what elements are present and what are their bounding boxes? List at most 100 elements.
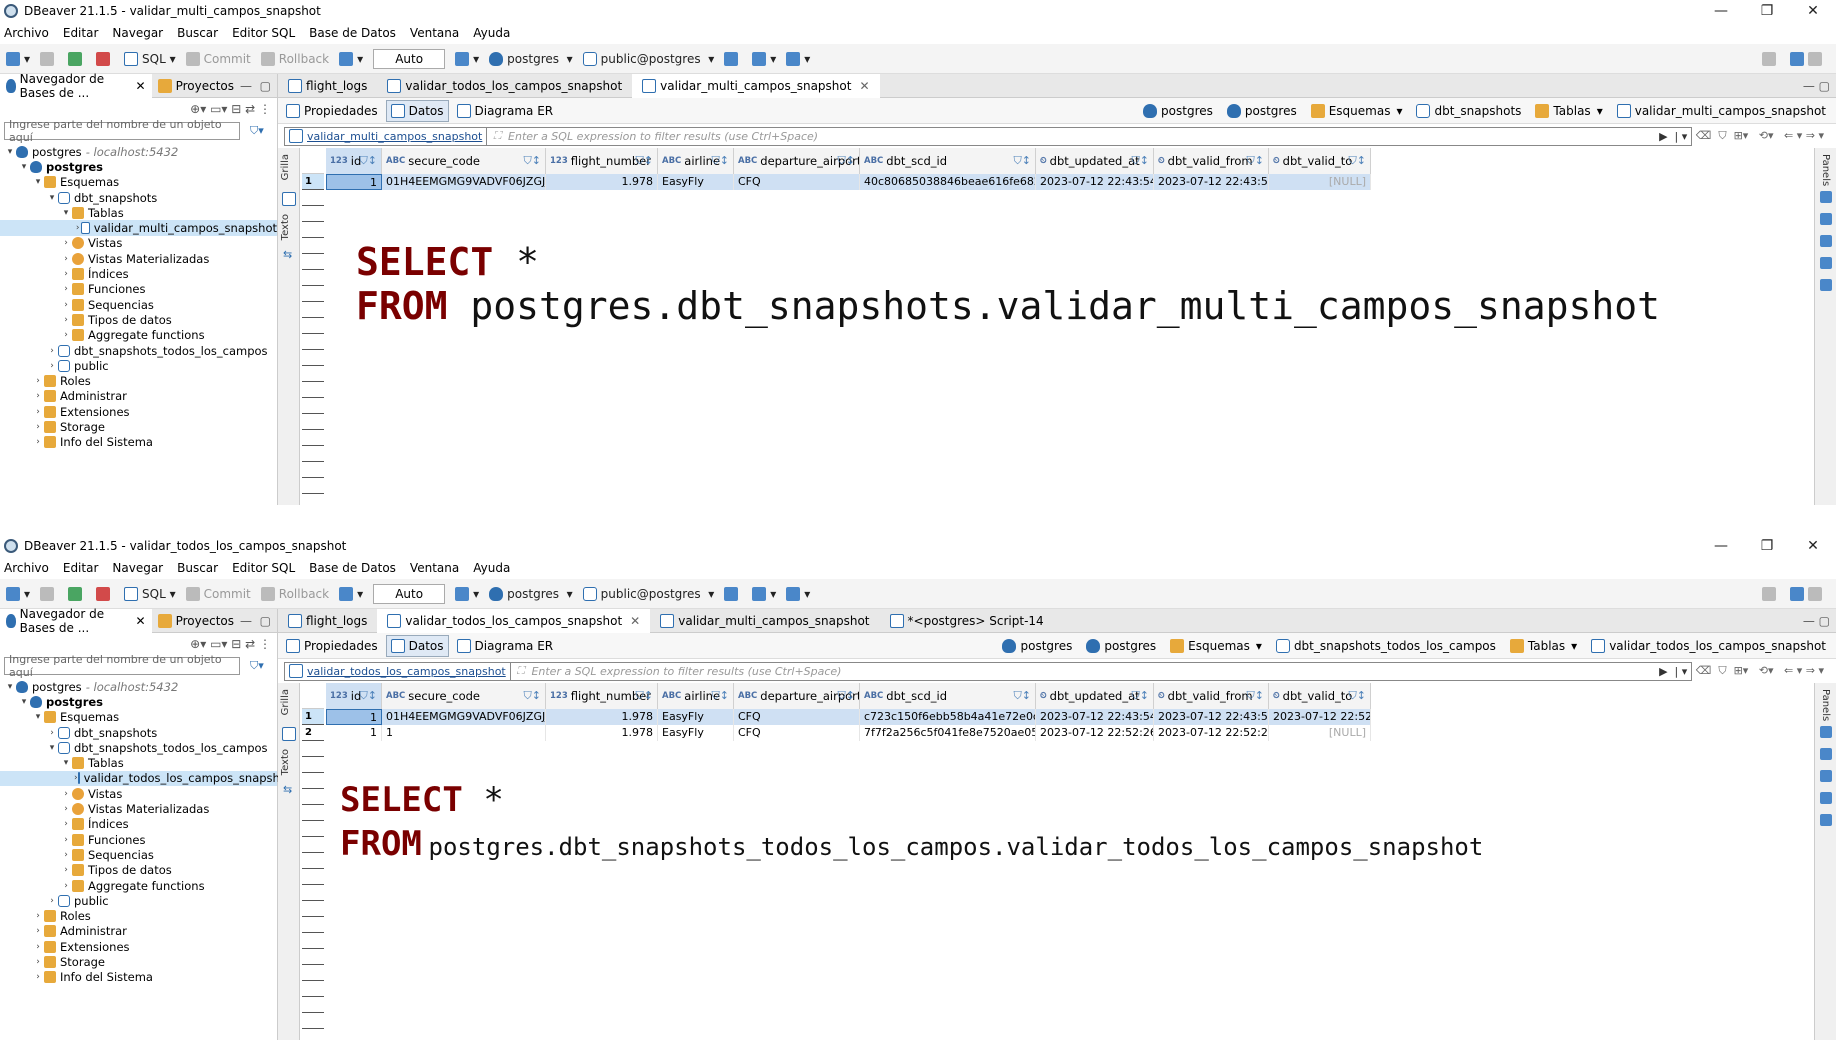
table-cell-id[interactable]: 1 <box>326 725 382 741</box>
panel-value-icon[interactable] <box>1819 191 1832 204</box>
new-connection-nav-icon[interactable]: ⊕▾ <box>190 102 210 116</box>
expand-arrow-icon[interactable]: ▾ <box>32 712 44 722</box>
expand-arrow-icon[interactable]: › <box>32 422 44 432</box>
row-number[interactable] <box>302 997 324 1013</box>
tree-node[interactable]: ▾ dbt_snapshots <box>0 190 277 205</box>
dropdown-arrow-icon[interactable]: ▾ <box>1597 104 1603 118</box>
tree-node[interactable]: › dbt_snapshots <box>0 725 277 740</box>
row-number[interactable] <box>302 901 324 917</box>
expand-arrow-icon[interactable]: ▾ <box>46 743 58 753</box>
menu-archivo[interactable]: Archivo <box>4 561 49 575</box>
panel-calc-icon[interactable] <box>1819 257 1832 270</box>
filter-sort-icon[interactable]: ⛉↕ <box>360 689 377 703</box>
active-schema-select[interactable]: public@postgres ▾ <box>582 51 714 66</box>
reconnect-button[interactable] <box>68 586 86 601</box>
expand-arrow-icon[interactable]: › <box>32 972 44 982</box>
row-number[interactable] <box>302 917 324 933</box>
table-cell-dbt-scd-id[interactable]: 7f7f2a256c5f041fe8e7520ae0595fb2 <box>860 725 1036 741</box>
expand-arrow-icon[interactable]: ▾ <box>60 758 72 768</box>
column-header-dbt-scd-id[interactable]: ABC dbt_scd_id ⛉↕ <box>860 148 1036 174</box>
new-connection-button[interactable]: ▾ <box>6 51 30 66</box>
row-number[interactable] <box>302 334 324 350</box>
disconnect-button[interactable] <box>40 586 58 601</box>
row-number[interactable] <box>302 382 324 398</box>
row-number[interactable] <box>302 414 324 430</box>
new-connection-nav-icon[interactable]: ⊕▾ <box>190 637 210 651</box>
table-cell-flight-number[interactable]: 1.978 <box>546 725 658 741</box>
row-number[interactable]: 2 <box>302 725 324 741</box>
row-number[interactable] <box>302 949 324 965</box>
row-number[interactable] <box>302 1029 324 1040</box>
cancel-connection-button[interactable] <box>96 586 114 601</box>
column-header-secure-code[interactable]: ABC secure_code ⛉↕ <box>382 148 546 174</box>
tab-diagrama-er[interactable]: Diagrama ER <box>453 100 558 122</box>
column-header-airline[interactable]: ABC airline ⛉↕ <box>658 148 734 174</box>
link-editor-icon[interactable]: ⇄ <box>245 102 259 116</box>
tree-node[interactable]: › Storage <box>0 419 277 434</box>
tree-node[interactable]: › Funciones <box>0 282 277 297</box>
column-header-dbt-scd-id[interactable]: ABC dbt_scd_id ⛉↕ <box>860 683 1036 709</box>
tab-close-icon[interactable]: ✕ <box>630 614 640 628</box>
row-number[interactable] <box>302 965 324 981</box>
tab-diagrama-er[interactable]: Diagrama ER <box>453 635 558 657</box>
filter-sort-icon[interactable]: ⛉↕ <box>360 154 377 168</box>
expand-arrow-icon[interactable]: › <box>60 835 72 845</box>
menu-editor-sql[interactable]: Editor SQL <box>232 26 295 40</box>
tree-node[interactable]: ▾ Esquemas <box>0 175 277 190</box>
menu-ventana[interactable]: Ventana <box>410 561 459 575</box>
row-number[interactable] <box>302 933 324 949</box>
row-number[interactable] <box>302 270 324 286</box>
menu-editor-sql[interactable]: Editor SQL <box>232 561 295 575</box>
row-number[interactable] <box>302 462 324 478</box>
filter-sort-icon[interactable]: ⛉↕ <box>1247 689 1264 703</box>
active-schema-select[interactable]: public@postgres ▾ <box>582 586 714 601</box>
tab-datos[interactable]: Datos <box>385 99 449 122</box>
panel-metadata-icon[interactable] <box>1819 213 1832 226</box>
cancel-connection-button[interactable] <box>96 51 114 66</box>
row-number[interactable] <box>302 254 324 270</box>
expand-arrow-icon[interactable]: › <box>60 284 72 294</box>
breadcrumb-item[interactable]: postgres <box>1002 638 1072 653</box>
row-number[interactable] <box>302 757 324 773</box>
row-number[interactable] <box>302 885 324 901</box>
breadcrumb-item[interactable]: dbt_snapshots <box>1416 103 1521 118</box>
tools-button[interactable]: ▾ <box>752 51 776 66</box>
filter-sort-icon[interactable]: ⛉↕ <box>838 154 855 168</box>
expand-arrow-icon[interactable]: › <box>32 926 44 936</box>
expand-arrow-icon[interactable]: › <box>60 881 72 891</box>
reconnect-button[interactable] <box>68 51 86 66</box>
editor-tab[interactable]: validar_todos_los_campos_snapshot <box>377 74 632 98</box>
tree-node[interactable]: ▾ Esquemas <box>0 710 277 725</box>
row-number[interactable] <box>302 350 324 366</box>
table-cell-id[interactable]: 1 <box>326 174 382 190</box>
editor-tab[interactable]: validar_multi_campos_snapshot ✕ <box>632 73 880 98</box>
row-number[interactable] <box>302 853 324 869</box>
panel-grouping-icon[interactable] <box>1819 770 1832 783</box>
filter-sort-icon[interactable]: ⛉↕ <box>1247 154 1264 168</box>
sql-editor-button[interactable]: SQL ▾ <box>124 586 176 601</box>
column-header-id[interactable]: 123 id ⛉↕ <box>326 148 382 174</box>
tab-texto[interactable]: Texto <box>280 214 291 240</box>
tree-node[interactable]: › public <box>0 358 277 373</box>
expand-arrow-icon[interactable]: › <box>32 942 44 952</box>
row-number[interactable] <box>302 805 324 821</box>
sql-editor-button[interactable]: SQL ▾ <box>124 51 176 66</box>
restore-button[interactable]: ❐ <box>1744 3 1790 19</box>
editor-tab[interactable]: validar_multi_campos_snapshot <box>650 609 879 633</box>
row-number[interactable] <box>302 821 324 837</box>
row-number[interactable] <box>302 190 324 206</box>
row-number[interactable] <box>302 318 324 334</box>
row-number[interactable] <box>302 366 324 382</box>
column-header-dbt-valid-to[interactable]: ⏲ dbt_valid_to ⛉↕ <box>1269 683 1371 709</box>
tree-node[interactable]: › Extensiones <box>0 404 277 419</box>
panel-minimize-maximize[interactable]: — ▢ <box>240 79 271 93</box>
active-connection-select[interactable]: postgres ▾ <box>489 586 573 601</box>
close-button[interactable]: ✕ <box>1790 538 1836 554</box>
history-button[interactable]: ▾ <box>455 586 479 601</box>
navigator-filter-input[interactable]: Ingrese parte del nombre de un objeto aq… <box>4 118 240 144</box>
column-header-dbt-valid-from[interactable]: ⏲ dbt_valid_from ⛉↕ <box>1154 683 1269 709</box>
column-header-dbt-updated-at[interactable]: ⏲ dbt_updated_at ⛉↕ <box>1036 683 1154 709</box>
breadcrumb-item[interactable]: postgres <box>1143 103 1213 118</box>
filter-expression-input[interactable]: ⛶ Enter a SQL expression to filter resul… <box>510 661 1692 681</box>
row-number[interactable] <box>302 494 324 505</box>
